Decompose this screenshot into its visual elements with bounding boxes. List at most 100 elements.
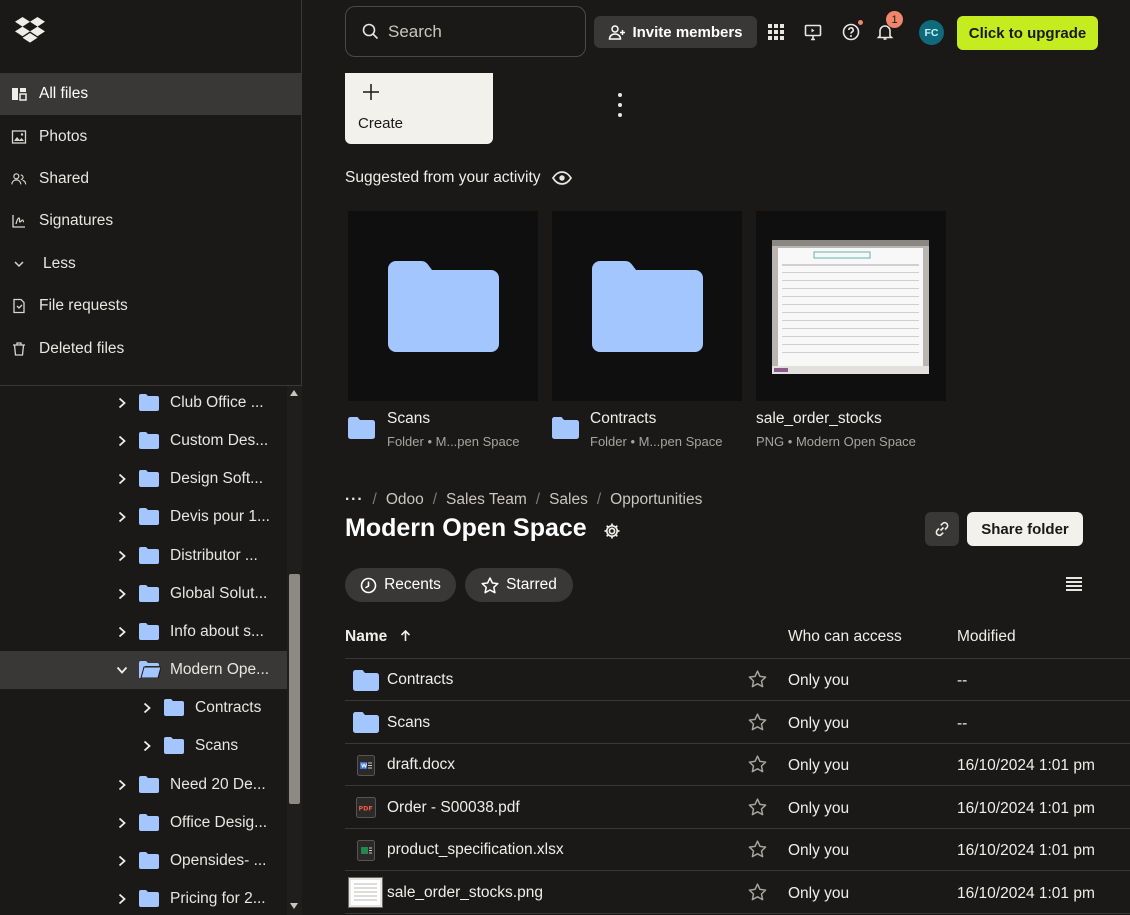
table-row[interactable]: PDF Order - S00038.pdf Only you 16/10/2024 …	[345, 787, 1130, 829]
table-row[interactable]: Wdraft.docx Only you 16/10/2024 1:01 pm	[345, 744, 1130, 787]
tree-item-label: Global Solut...	[170, 584, 268, 602]
breadcrumb-item-odoo[interactable]: Odoo	[386, 491, 424, 509]
nav-shared[interactable]: Shared	[0, 158, 302, 200]
tree-item-label: Club Office ...	[170, 394, 264, 411]
search-box[interactable]	[345, 6, 586, 57]
eye-icon[interactable]	[551, 171, 572, 185]
file-name[interactable]: product_specification.xlsx	[387, 841, 564, 859]
chevron-down-icon[interactable]	[116, 664, 128, 676]
suggested-card-scans[interactable]: Scans Folder • M...pen Space	[348, 211, 538, 461]
nav-signatures[interactable]: Signatures	[0, 200, 302, 242]
star-icon[interactable]	[748, 712, 767, 735]
tree-item[interactable]: Devis pour 1...	[0, 498, 287, 536]
chevron-right-icon[interactable]	[116, 435, 128, 447]
breadcrumb-item-sales[interactable]: Sales	[549, 491, 588, 509]
scrollbar-thumb[interactable]	[289, 574, 300, 804]
app-grid-icon[interactable]	[766, 22, 786, 42]
recents-filter-chip[interactable]: Recents	[345, 568, 456, 602]
tree-item[interactable]: Modern Ope...	[0, 651, 287, 690]
column-header-modified[interactable]: Modified	[957, 628, 1016, 646]
table-row[interactable]: product_specification.xlsx Only you 16/10/…	[345, 829, 1130, 872]
tree-item[interactable]: Custom Des...	[0, 422, 287, 460]
user-avatar[interactable]: FC	[919, 20, 944, 45]
tree-item[interactable]: Club Office ...	[0, 386, 287, 422]
dropbox-logo-icon[interactable]	[15, 16, 45, 44]
star-icon[interactable]	[748, 882, 767, 905]
chevron-right-icon[interactable]	[116, 626, 128, 638]
star-icon[interactable]	[748, 840, 767, 862]
tree-item[interactable]: Need 20 De...	[0, 766, 287, 804]
folder-icon	[139, 813, 159, 831]
folder-icon	[348, 417, 375, 439]
list-view-icon[interactable]	[1066, 577, 1082, 595]
nav-photos[interactable]: Photos	[0, 115, 302, 157]
chevron-right-icon[interactable]	[116, 473, 128, 485]
shared-icon	[11, 171, 27, 187]
sort-ascending-arrow-icon[interactable]	[400, 629, 411, 642]
chevron-right-icon[interactable]	[116, 588, 128, 600]
star-icon[interactable]	[748, 670, 767, 692]
chevron-right-icon[interactable]	[116, 397, 128, 409]
starred-filter-chip[interactable]: Starred	[465, 568, 573, 602]
column-header-name[interactable]: Name	[345, 628, 411, 646]
screen-share-icon[interactable]	[803, 22, 823, 42]
chevron-right-icon[interactable]	[116, 817, 128, 829]
folder-tree-scrollbar[interactable]	[287, 386, 302, 915]
table-row[interactable]: sale_order_stocks.png Only you 16/10/2024 …	[345, 872, 1130, 914]
breadcrumb-overflow-icon[interactable]: ···	[345, 491, 364, 509]
nav-deleted-files[interactable]: Deleted files	[0, 327, 302, 369]
chevron-right-icon[interactable]	[116, 779, 128, 791]
access-value: Only you	[788, 799, 850, 817]
tree-item[interactable]: Design Soft...	[0, 460, 287, 498]
nav-label: All files	[39, 85, 89, 103]
upgrade-button[interactable]: Click to upgrade	[957, 16, 1098, 50]
suggested-card-sale-order-stocks[interactable]: sale_order_stocks PNG • Modern Open Spac…	[756, 211, 946, 461]
nav-file-requests[interactable]: File requests	[0, 285, 302, 327]
recents-label: Recents	[384, 576, 441, 593]
nav-all-files[interactable]: All files	[0, 73, 302, 116]
excel-spreadsheet-icon	[353, 838, 379, 862]
tree-item[interactable]: Distributor ...	[0, 537, 287, 575]
column-header-access[interactable]: Who can access	[788, 628, 902, 646]
file-name[interactable]: Contracts	[387, 671, 453, 689]
chevron-right-icon[interactable]	[141, 740, 153, 752]
star-icon[interactable]	[748, 755, 767, 777]
chevron-right-icon[interactable]	[116, 511, 128, 523]
more-options-icon[interactable]	[611, 93, 629, 117]
tree-item[interactable]: Office Desig...	[0, 804, 287, 842]
file-name[interactable]: Scans	[387, 714, 430, 732]
file-name[interactable]: draft.docx	[387, 756, 455, 774]
scroll-up-arrow-icon[interactable]	[290, 390, 298, 396]
share-folder-button[interactable]: Share folder	[967, 512, 1083, 546]
chevron-right-icon[interactable]	[141, 702, 153, 714]
plus-icon	[362, 79, 380, 105]
folder-icon	[552, 417, 579, 439]
search-input[interactable]	[388, 21, 568, 42]
tree-item[interactable]: Opensides- ...	[0, 842, 287, 880]
suggested-card-contracts[interactable]: Contracts Folder • M...pen Space	[552, 211, 742, 461]
folder-icon	[139, 661, 162, 679]
tree-item[interactable]: Scans	[0, 727, 287, 765]
copy-link-button[interactable]	[925, 512, 959, 546]
tree-item[interactable]: Contracts	[0, 689, 287, 727]
file-name[interactable]: Order - S00038.pdf	[387, 799, 520, 817]
breadcrumb-item-opportunities[interactable]: Opportunities	[610, 491, 702, 509]
folder-settings-gear-icon[interactable]	[603, 522, 621, 544]
file-name[interactable]: sale_order_stocks.png	[387, 884, 543, 902]
chevron-right-icon[interactable]	[116, 855, 128, 867]
scroll-down-arrow-icon[interactable]	[290, 903, 298, 909]
chevron-right-icon[interactable]	[116, 893, 128, 905]
star-icon[interactable]	[748, 797, 767, 820]
tree-item[interactable]: Pricing for 2...	[0, 880, 287, 915]
tree-item[interactable]: Info about s...	[0, 613, 287, 651]
create-button[interactable]: Create	[345, 73, 493, 144]
folder-icon	[139, 584, 159, 602]
breadcrumb-item-sales-team[interactable]: Sales Team	[446, 491, 527, 509]
chevron-right-icon[interactable]	[116, 550, 128, 562]
nav-less-toggle[interactable]: Less	[0, 243, 302, 285]
table-row[interactable]: Contracts Only you --	[345, 659, 1130, 702]
tree-item[interactable]: Global Solut...	[0, 575, 287, 613]
table-row[interactable]: Scans Only you --	[345, 702, 1130, 744]
invite-members-button[interactable]: Invite members	[594, 16, 757, 48]
card-meta: Contracts Folder • M...pen Space	[552, 401, 742, 461]
